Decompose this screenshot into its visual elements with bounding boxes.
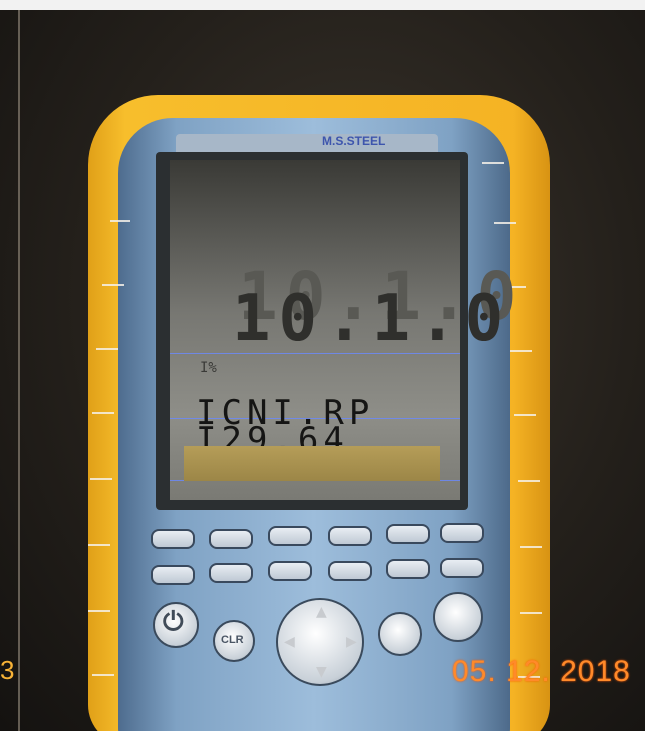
dpad-left-icon: ◀ bbox=[284, 634, 295, 650]
small-indicator: I% bbox=[200, 360, 217, 376]
housing-tick bbox=[92, 674, 114, 676]
function-key-1[interactable] bbox=[151, 529, 195, 549]
housing-tick bbox=[92, 412, 114, 414]
function-key-8[interactable] bbox=[209, 563, 253, 583]
function-key-10[interactable] bbox=[328, 561, 372, 581]
function-key-9[interactable] bbox=[268, 561, 312, 581]
housing-tick bbox=[88, 544, 110, 546]
housing-tick bbox=[514, 414, 536, 416]
function-key-12[interactable] bbox=[440, 558, 484, 578]
main-reading: 10.1.0 bbox=[232, 282, 512, 356]
softkey-button[interactable] bbox=[433, 592, 483, 642]
power-icon: ⏻ bbox=[163, 607, 184, 637]
housing-tick bbox=[494, 222, 516, 224]
housing-tick bbox=[520, 612, 542, 614]
page-edge-line bbox=[18, 10, 20, 731]
housing-tick bbox=[96, 348, 118, 350]
housing-tick bbox=[482, 162, 504, 164]
function-key-6[interactable] bbox=[440, 523, 484, 543]
level-bar-fill bbox=[184, 446, 440, 481]
function-key-11[interactable] bbox=[386, 559, 430, 579]
left-edge-number: 3 bbox=[0, 655, 15, 685]
photo-timestamp: 05. 12. 2018 bbox=[452, 655, 631, 688]
function-key-5[interactable] bbox=[386, 524, 430, 544]
housing-tick bbox=[510, 350, 532, 352]
function-key-3[interactable] bbox=[268, 526, 312, 546]
dpad-up-icon: ▲ bbox=[316, 604, 327, 620]
dpad[interactable]: ▲ ▼ ◀ ▶ bbox=[276, 598, 364, 686]
housing-tick bbox=[88, 610, 110, 612]
dpad-right-icon: ▶ bbox=[346, 634, 357, 650]
power-button[interactable]: ⏻ bbox=[153, 602, 199, 648]
housing-tick bbox=[110, 220, 130, 222]
enter-button[interactable] bbox=[378, 612, 422, 656]
housing-tick bbox=[518, 480, 540, 482]
function-key-2[interactable] bbox=[209, 529, 253, 549]
housing-tick bbox=[102, 284, 124, 286]
scan-line bbox=[170, 353, 460, 354]
clear-label: CLR bbox=[221, 634, 244, 646]
brand-label: M.S.STEEL bbox=[322, 134, 386, 148]
clear-button[interactable]: CLR bbox=[213, 620, 255, 662]
housing-tick bbox=[90, 478, 112, 480]
photo: M.S.STEEL 10.1.0 10.1.0 I% ICNI.RP I29.6… bbox=[0, 10, 645, 731]
function-key-7[interactable] bbox=[151, 565, 195, 585]
level-bar bbox=[184, 446, 440, 481]
housing-tick bbox=[520, 546, 542, 548]
dpad-down-icon: ▼ bbox=[316, 664, 327, 680]
function-key-4[interactable] bbox=[328, 526, 372, 546]
